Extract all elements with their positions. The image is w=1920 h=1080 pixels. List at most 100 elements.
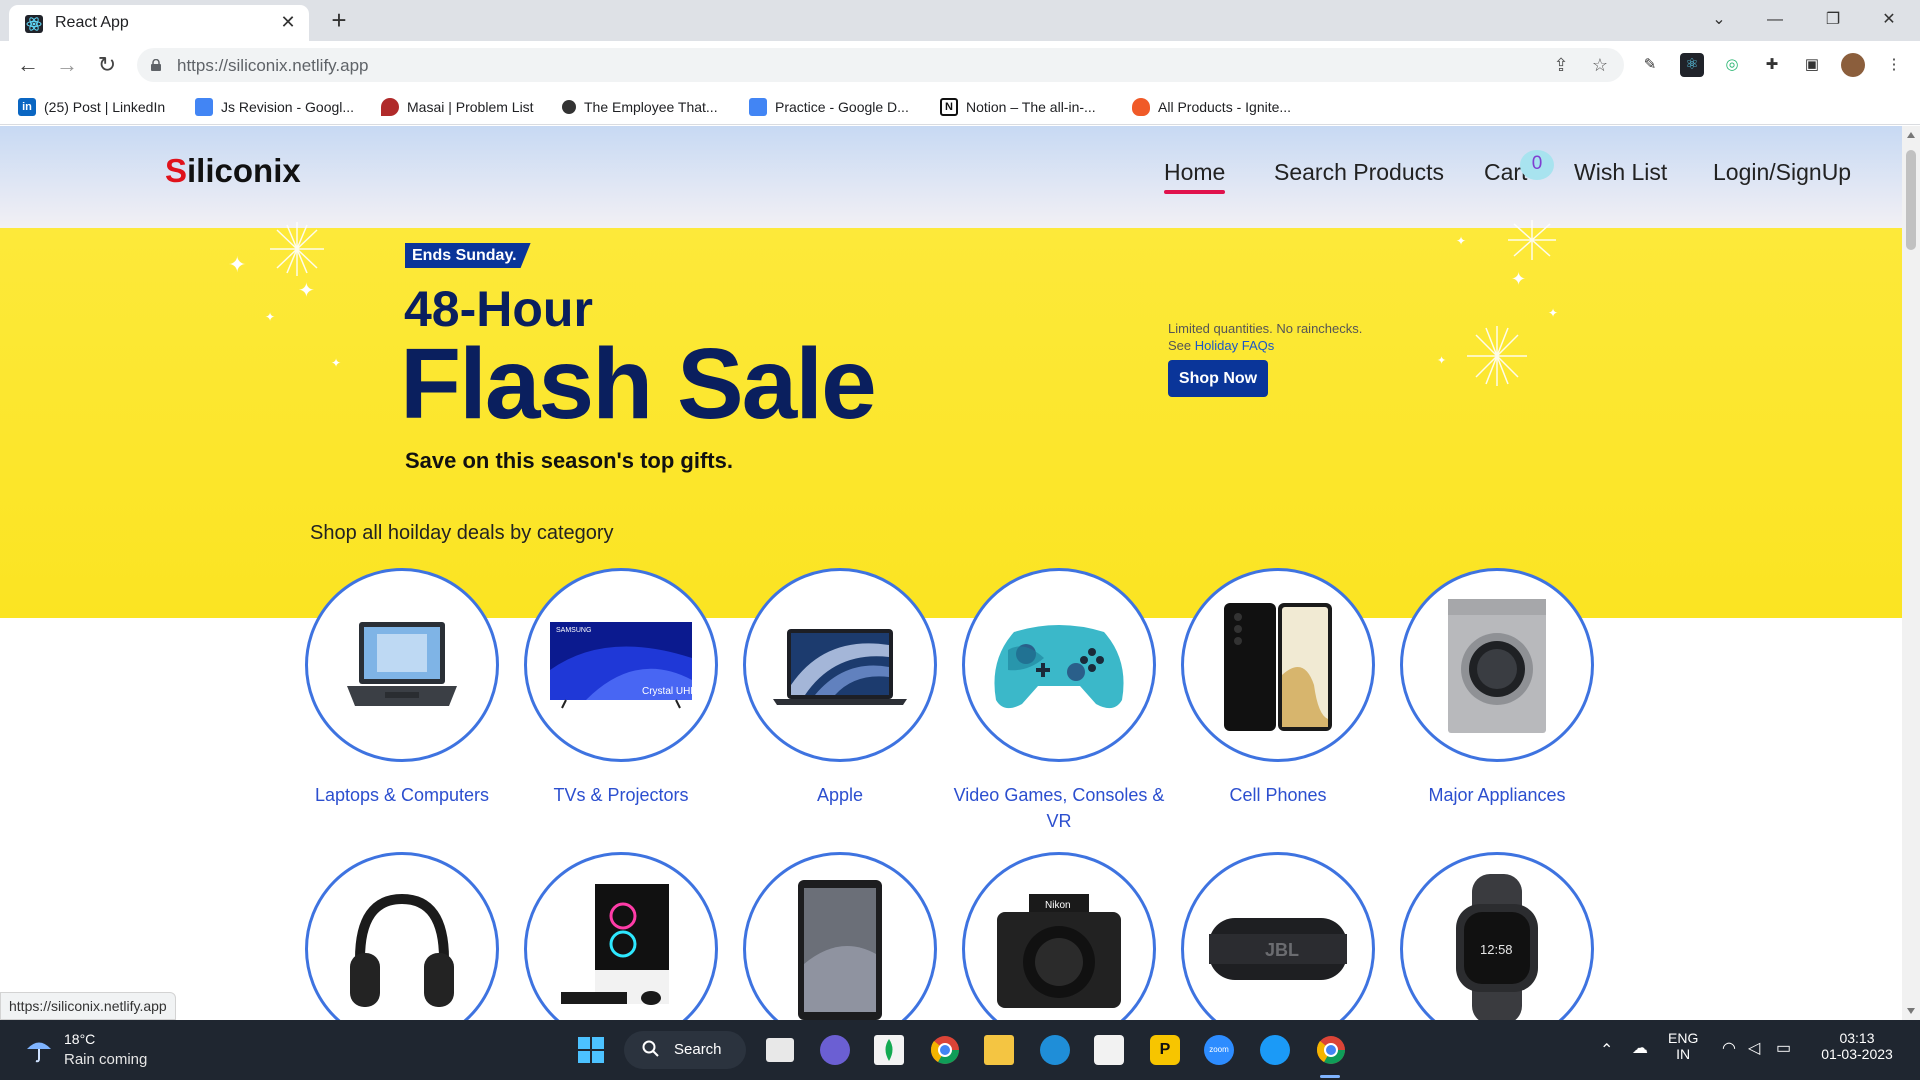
sparkle-burst-icon <box>1467 326 1527 386</box>
site-logo[interactable]: Siliconix <box>165 152 301 190</box>
clock[interactable]: 03:13 01-03-2023 <box>1818 1030 1896 1062</box>
category-card[interactable] <box>511 852 731 1020</box>
circle-extension-icon[interactable]: ◎ <box>1720 53 1744 77</box>
nav-wishlist-link[interactable]: Wish List <box>1574 159 1667 186</box>
close-tab-icon[interactable]: ✕ <box>277 11 299 33</box>
file-explorer-icon[interactable] <box>984 1035 1014 1065</box>
react-devtools-extension-icon[interactable]: ⚛ <box>1680 53 1704 77</box>
page-scrollbar[interactable] <box>1902 126 1920 1020</box>
category-card[interactable]: JBL <box>1168 852 1388 1020</box>
category-card[interactable]: SAMSUNG Crystal UHD TVs & Projectors <box>511 568 731 808</box>
category-label[interactable]: Major Appliances <box>1387 782 1607 808</box>
hero-ends-badge: Ends Sunday. <box>405 243 531 268</box>
category-label[interactable]: Video Games, Consoles & VR <box>949 782 1169 834</box>
scroll-down-arrow-icon[interactable] <box>1907 1008 1915 1014</box>
category-label[interactable]: Apple <box>730 782 950 808</box>
chrome-icon[interactable] <box>930 1035 960 1065</box>
scroll-up-arrow-icon[interactable] <box>1907 132 1915 138</box>
windows-start-icon[interactable] <box>576 1035 606 1065</box>
forward-arrow-icon[interactable]: → <box>53 51 81 79</box>
mongodb-icon[interactable] <box>874 1035 904 1065</box>
chrome-active-icon[interactable] <box>1316 1035 1346 1065</box>
tablet-icon <box>743 852 937 1020</box>
browser-menu-icon[interactable]: ⋮ <box>1882 53 1906 77</box>
category-card[interactable]: Cell Phones <box>1168 568 1388 808</box>
minimize-button[interactable]: — <box>1752 5 1798 35</box>
tab-search-chevron-icon[interactable]: ⌄ <box>1696 5 1742 35</box>
category-label[interactable]: Cell Phones <box>1168 782 1388 808</box>
category-card[interactable]: Apple <box>730 568 950 808</box>
hero-note: Limited quantities. No rainchecks. See H… <box>1168 320 1362 354</box>
reload-icon[interactable]: ↻ <box>93 51 121 79</box>
category-card[interactable]: 12:58 <box>1387 852 1607 1020</box>
bookmark-item[interactable]: Practice - Google D... <box>749 96 909 118</box>
weather-description[interactable]: Rain coming <box>64 1051 147 1068</box>
address-bar[interactable]: https://siliconix.netlify.app ⇪ ☆ <box>137 48 1624 82</box>
category-section-heading: Shop all hoilday deals by category <box>310 522 614 544</box>
share-icon[interactable]: ⇪ <box>1550 54 1572 76</box>
chevron-up-icon[interactable]: ⌃ <box>1600 1040 1613 1060</box>
wifi-icon[interactable]: ◠ <box>1722 1038 1736 1058</box>
extensions-puzzle-icon[interactable]: ✚ <box>1760 53 1784 77</box>
plex-icon[interactable]: P <box>1150 1035 1180 1065</box>
volume-icon[interactable]: ◁ <box>1748 1038 1760 1058</box>
teams-chat-icon[interactable] <box>820 1035 850 1065</box>
category-card[interactable]: Nikon <box>949 852 1169 1020</box>
hero-note-faq: See Holiday FAQs <box>1168 337 1362 354</box>
bookmark-item[interactable]: The Employee That... <box>562 96 718 118</box>
profile-avatar[interactable] <box>1841 53 1865 77</box>
bookmark-item[interactable]: All Products - Ignite... <box>1132 96 1291 118</box>
logo-first-letter: S <box>165 152 188 189</box>
scrollbar-thumb[interactable] <box>1906 150 1916 250</box>
shop-now-button[interactable]: Shop Now <box>1168 360 1268 397</box>
battery-icon[interactable]: ▭ <box>1776 1038 1791 1058</box>
nav-login-link[interactable]: Login/SignUp <box>1713 159 1851 186</box>
bookmark-item[interactable]: Js Revision - Googl... <box>195 96 354 118</box>
back-arrow-icon[interactable]: ← <box>14 51 42 79</box>
new-tab-button[interactable]: + <box>325 7 353 35</box>
language-region: IN <box>1676 1046 1691 1062</box>
google-docs-icon <box>195 98 213 116</box>
watch-time: 12:58 <box>1480 942 1513 957</box>
nav-search-products-link[interactable]: Search Products <box>1274 159 1444 186</box>
microsoft-store-icon[interactable] <box>1094 1035 1124 1065</box>
bookmark-item[interactable]: N Notion – The all-in-... <box>940 96 1096 118</box>
bookmark-item[interactable]: Masai | Problem List <box>381 96 534 118</box>
category-card[interactable]: Laptops & Computers <box>292 568 512 808</box>
side-panel-icon[interactable]: ▣ <box>1800 53 1824 77</box>
gamepad-icon <box>962 568 1156 762</box>
holiday-faqs-link[interactable]: Holiday FAQs <box>1195 338 1274 353</box>
bookmark-star-icon[interactable]: ☆ <box>1589 54 1611 76</box>
rain-umbrella-icon[interactable] <box>24 1034 54 1064</box>
masai-icon <box>381 98 399 116</box>
color-picker-extension-icon[interactable]: ✎ <box>1638 53 1662 77</box>
language-indicator[interactable]: ENG IN <box>1668 1030 1698 1062</box>
star-sparkle-icon: ✦ <box>331 356 342 370</box>
bookmark-item[interactable]: in (25) Post | LinkedIn <box>18 96 165 118</box>
weather-temperature[interactable]: 18°C <box>64 1031 95 1047</box>
zoom-icon[interactable]: zoom <box>1204 1035 1234 1065</box>
bookmark-label: Practice - Google D... <box>775 99 909 115</box>
category-card[interactable] <box>730 852 950 1020</box>
task-view-icon[interactable] <box>766 1038 794 1062</box>
speaker-icon: JBL <box>1181 852 1375 1020</box>
browser-tab[interactable]: React App ✕ <box>9 5 309 41</box>
camera-icon: Nikon <box>962 852 1156 1020</box>
headphones-icon <box>305 852 499 1020</box>
bookmark-label: Notion – The all-in-... <box>966 99 1096 115</box>
category-card[interactable] <box>292 852 512 1020</box>
restore-button[interactable]: ❐ <box>1810 5 1856 35</box>
close-window-button[interactable]: ✕ <box>1866 5 1912 35</box>
help-icon[interactable] <box>1260 1035 1290 1065</box>
category-label[interactable]: TVs & Projectors <box>511 782 731 808</box>
washer-icon <box>1400 568 1594 762</box>
url-text[interactable]: https://siliconix.netlify.app <box>177 56 369 76</box>
onedrive-offline-icon[interactable]: ☁ <box>1632 1038 1648 1058</box>
category-card[interactable]: Major Appliances <box>1387 568 1607 808</box>
taskbar-search[interactable]: Search <box>624 1031 746 1069</box>
edge-icon[interactable] <box>1040 1035 1070 1065</box>
category-label[interactable]: Laptops & Computers <box>292 782 512 808</box>
nav-home-link[interactable]: Home <box>1164 159 1225 186</box>
hero-note-see: See <box>1168 338 1192 353</box>
category-card[interactable]: Video Games, Consoles & VR <box>949 568 1169 834</box>
